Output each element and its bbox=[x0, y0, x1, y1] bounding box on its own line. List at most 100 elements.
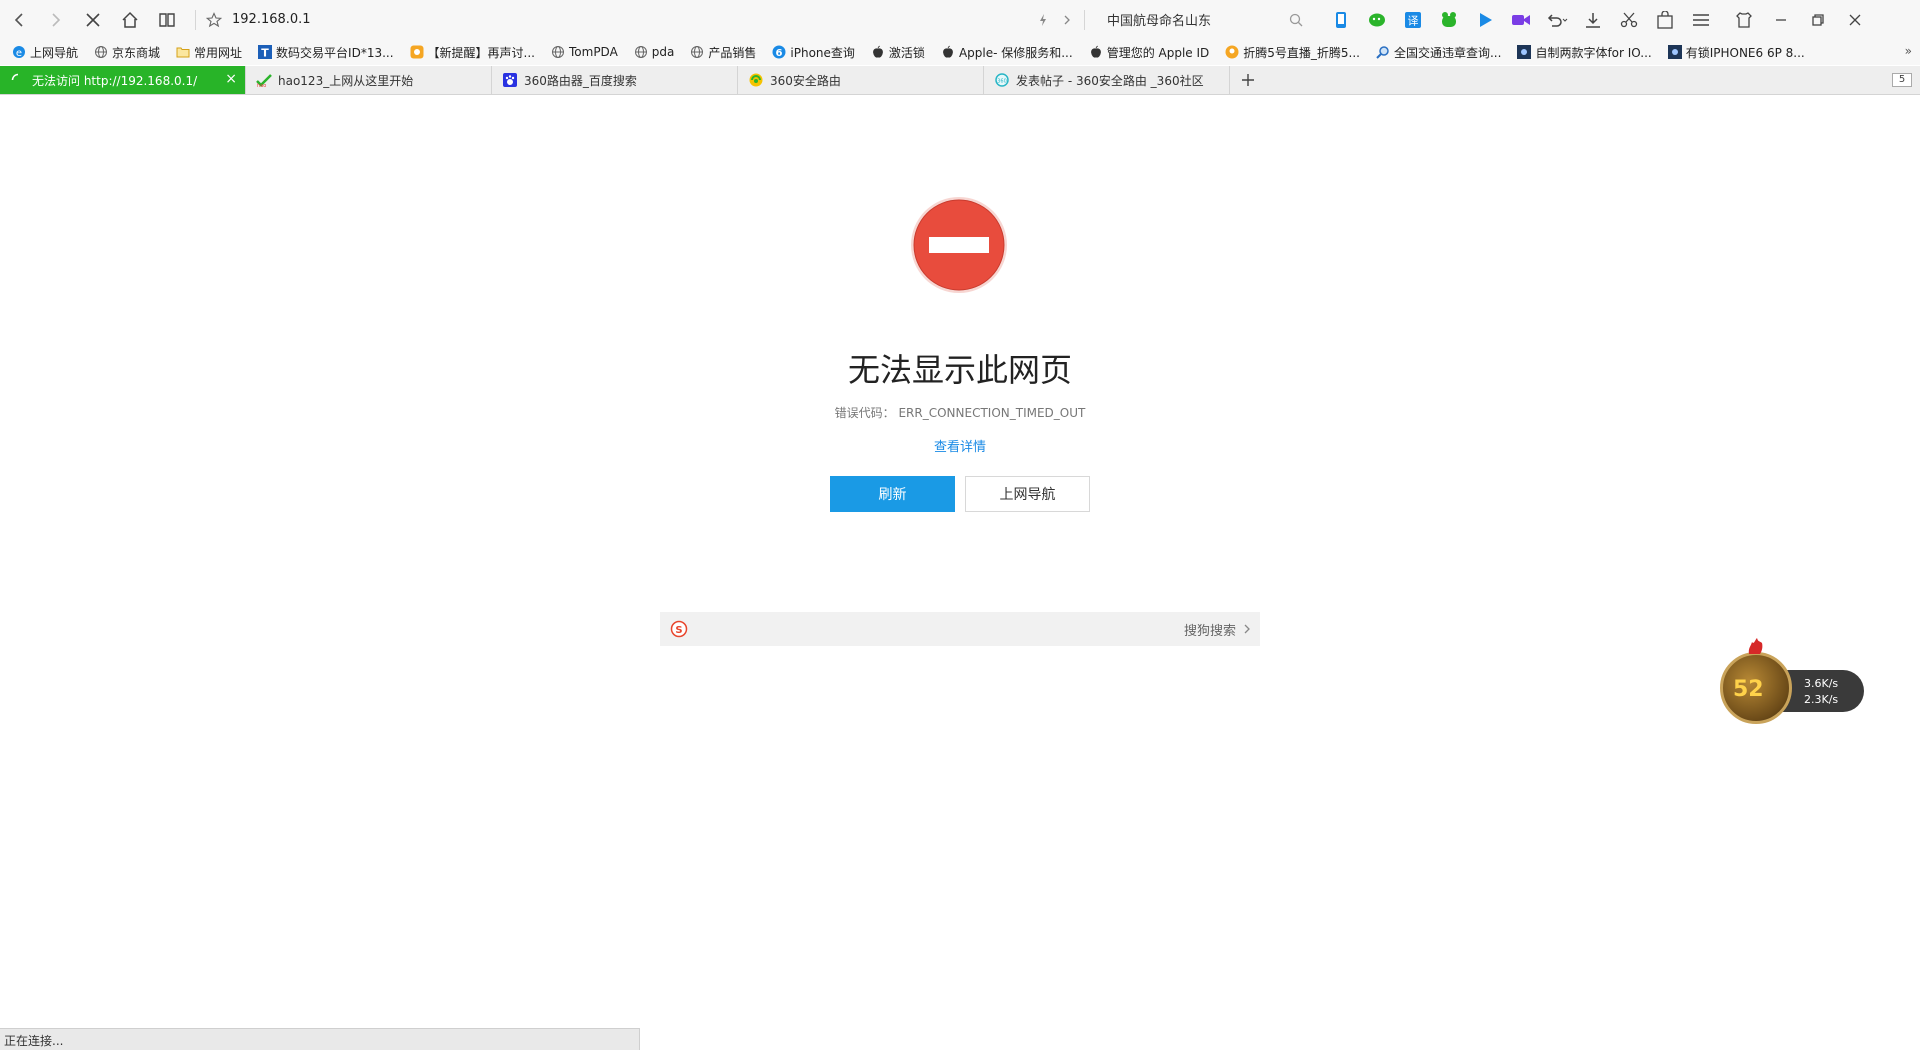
bookmark-item[interactable]: 【新提醒】再声讨... bbox=[410, 44, 535, 61]
book-icon bbox=[158, 12, 175, 27]
web-navigation-button[interactable]: 上网导航 bbox=[965, 476, 1090, 512]
sogou-search-label[interactable]: 搜狗搜索 bbox=[1184, 620, 1236, 639]
t-logo-icon: T bbox=[258, 45, 273, 59]
sogou-logo-icon: S bbox=[670, 620, 688, 638]
undo-close-button[interactable] bbox=[1539, 0, 1575, 39]
tab-label: 360安全路由 bbox=[770, 73, 841, 88]
dark-square-icon bbox=[1667, 45, 1682, 59]
svg-text:6: 6 bbox=[776, 48, 783, 59]
screenshot-button[interactable] bbox=[1611, 0, 1647, 39]
bookmarks-overflow-button[interactable]: » bbox=[1905, 44, 1912, 58]
view-details-link[interactable]: 查看详情 bbox=[860, 436, 1060, 455]
globe-icon bbox=[690, 45, 704, 59]
new-tab-button[interactable] bbox=[1230, 66, 1266, 94]
play-icon bbox=[1480, 12, 1492, 27]
shopping-button[interactable] bbox=[1647, 0, 1683, 39]
bookmark-item[interactable]: 京东商城 bbox=[94, 44, 160, 61]
error-code: 错误代码： ERR_CONNECTION_TIMED_OUT bbox=[834, 406, 1086, 420]
home-button[interactable] bbox=[111, 0, 148, 39]
bookmark-item[interactable]: 全国交通违章查询... bbox=[1376, 44, 1501, 61]
magnifier-icon bbox=[1376, 45, 1390, 59]
address-bar[interactable]: 192.168.0.1 bbox=[206, 0, 1074, 39]
video-ext-button[interactable] bbox=[1503, 0, 1539, 39]
tab-strip: 无法访问 http://192.168.0.1/ × hao hao123_上网… bbox=[0, 66, 1920, 95]
chevron-right-icon[interactable] bbox=[1060, 13, 1074, 27]
bookmark-item[interactable]: 管理您的 Apple ID bbox=[1089, 44, 1209, 61]
bookmark-item[interactable]: e 上网导航 bbox=[12, 44, 78, 61]
restore-button[interactable] bbox=[1799, 0, 1836, 39]
tab-count-badge[interactable]: 5 bbox=[1892, 73, 1912, 87]
globe-icon bbox=[634, 45, 648, 59]
bookmark-item[interactable]: 有锁IPHONE6 6P 8... bbox=[1667, 44, 1805, 61]
bookmark-item[interactable]: 6 iPhone查询 bbox=[772, 44, 855, 61]
bookmark-item[interactable]: 常用网址 bbox=[176, 44, 242, 61]
search-text[interactable]: 中国航母命名山东 bbox=[1095, 10, 1289, 29]
bookmark-label: 有锁IPHONE6 6P 8... bbox=[1685, 45, 1805, 60]
translate-icon: 译 bbox=[1405, 11, 1421, 28]
bookmark-label: iPhone查询 bbox=[790, 45, 855, 60]
sogou-search-bar[interactable]: S 搜狗搜索 bbox=[660, 612, 1260, 646]
dark-square-icon bbox=[1517, 45, 1532, 59]
bookmarks-bar: e 上网导航 京东商城 常用网址 T 数码交易平台ID*13... 【新提醒】再… bbox=[0, 39, 1920, 65]
apple-icon bbox=[871, 45, 885, 59]
bookmark-item[interactable]: 产品销售 bbox=[690, 44, 756, 61]
window-controls bbox=[1725, 0, 1873, 39]
chevron-right-icon[interactable] bbox=[1242, 623, 1252, 635]
tab-close-icon[interactable]: × bbox=[225, 72, 237, 86]
tab-hao123[interactable]: hao hao123_上网从这里开始 bbox=[246, 66, 492, 94]
bookmark-item[interactable]: 激活锁 bbox=[871, 44, 925, 61]
reading-mode-button[interactable] bbox=[148, 0, 185, 39]
minimize-button[interactable] bbox=[1762, 0, 1799, 39]
frog-ext-button[interactable] bbox=[1431, 0, 1467, 39]
phone-ext-button[interactable] bbox=[1323, 0, 1359, 39]
hao123-icon: hao bbox=[256, 72, 272, 88]
speed-ball: 52 bbox=[1720, 652, 1792, 724]
bookmark-item[interactable]: T 数码交易平台ID*13... bbox=[258, 44, 394, 61]
bookmark-item[interactable]: 折腾5号直播_折腾5... bbox=[1225, 44, 1360, 61]
wechat-ext-button[interactable] bbox=[1359, 0, 1395, 39]
search-icon[interactable] bbox=[1289, 13, 1303, 27]
play-ext-button[interactable] bbox=[1467, 0, 1503, 39]
translate-ext-button[interactable]: 译 bbox=[1395, 0, 1431, 39]
back-button[interactable] bbox=[0, 0, 37, 39]
tab-label: 360路由器_百度搜索 bbox=[524, 73, 637, 88]
lightning-icon[interactable] bbox=[1036, 13, 1050, 27]
forward-button[interactable] bbox=[37, 0, 74, 39]
bookmark-item[interactable]: Apple- 保修服务和... bbox=[941, 44, 1073, 61]
avatar-icon bbox=[1225, 45, 1239, 59]
tab-error[interactable]: 无法访问 http://192.168.0.1/ × bbox=[0, 66, 246, 94]
bookmark-item[interactable]: TomPDA bbox=[551, 45, 618, 59]
frog-icon bbox=[1442, 11, 1456, 27]
menu-button[interactable] bbox=[1683, 0, 1719, 39]
star-icon[interactable] bbox=[206, 11, 222, 28]
download-icon bbox=[1586, 12, 1600, 28]
tab-360-community[interactable]: 360 发表帖子 - 360安全路由 _360社区 bbox=[984, 66, 1230, 94]
bookmark-item[interactable]: 自制两款字体for IO... bbox=[1517, 44, 1652, 61]
bookmark-label: TomPDA bbox=[569, 45, 618, 59]
close-window-button[interactable] bbox=[1836, 0, 1873, 39]
plus-icon bbox=[1242, 74, 1254, 86]
apple-icon bbox=[1089, 45, 1103, 59]
bookmark-label: 数码交易平台ID*13... bbox=[276, 45, 394, 60]
search-box[interactable]: 中国航母命名山东 bbox=[1095, 0, 1303, 39]
error-title: 无法显示此网页 bbox=[847, 351, 1072, 389]
bookmark-item[interactable]: pda bbox=[634, 45, 674, 59]
refresh-button[interactable]: 刷新 bbox=[830, 476, 955, 512]
tab-baidu-search[interactable]: 360路由器_百度搜索 bbox=[492, 66, 738, 94]
network-speed-widget[interactable]: 3.6K/s 2.3K/s 52 bbox=[1720, 636, 1864, 726]
skin-button[interactable] bbox=[1725, 0, 1762, 39]
apple-icon bbox=[941, 45, 955, 59]
stop-button[interactable] bbox=[74, 0, 111, 39]
download-button[interactable] bbox=[1575, 0, 1611, 39]
phone-icon bbox=[1336, 11, 1346, 28]
tab-label: hao123_上网从这里开始 bbox=[278, 73, 414, 88]
download-speed: 2.3K/s bbox=[1804, 693, 1839, 706]
scissors-icon bbox=[1620, 12, 1638, 27]
toolbar-divider bbox=[1084, 9, 1085, 30]
tab-360-router[interactable]: 360安全路由 bbox=[738, 66, 984, 94]
wechat-icon bbox=[1369, 13, 1385, 26]
address-url[interactable]: 192.168.0.1 bbox=[232, 12, 311, 27]
bookmark-label: 折腾5号直播_折腾5... bbox=[1243, 45, 1360, 60]
bookmark-label: 京东商城 bbox=[112, 45, 161, 60]
svg-text:360: 360 bbox=[997, 79, 1007, 85]
